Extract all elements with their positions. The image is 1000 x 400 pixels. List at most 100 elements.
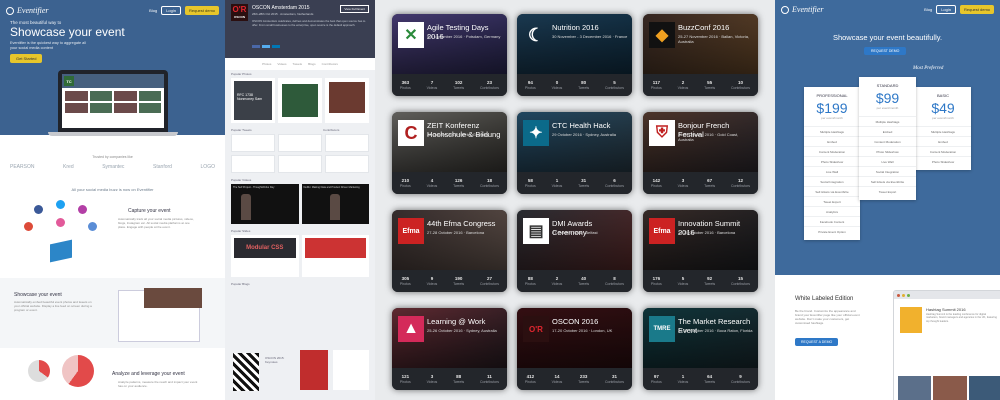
- blog-thumbnail[interactable]: [300, 350, 328, 390]
- stat-label: Videos: [426, 282, 438, 286]
- nav-blog-link[interactable]: Blog: [924, 7, 932, 12]
- video-card[interactable]: The Self Project - ThoughtWorks Day: [231, 184, 299, 224]
- tab-contributors[interactable]: Contributors: [322, 62, 338, 66]
- stat-value: 305: [401, 276, 410, 281]
- slide-title: Modular CSS: [234, 238, 296, 258]
- event-date: 27 October 2016 · Belfast: [552, 230, 598, 235]
- nav-login-button[interactable]: Login: [936, 5, 956, 14]
- brand-name: Eventifier: [17, 6, 49, 15]
- event-name[interactable]: 44th Efma Congress: [427, 219, 503, 228]
- plan-card-professional[interactable]: PROFESSIONAL $199 per event/month Multiple …: [804, 87, 860, 240]
- blog-card[interactable]: [333, 350, 369, 390]
- stat-label: Photos: [399, 380, 411, 384]
- view-full-event-button[interactable]: View Full Event: [340, 5, 369, 13]
- event-stat: 233 Tweets: [578, 374, 589, 384]
- analytics-pie-chart: [62, 355, 94, 387]
- event-card[interactable]: C ZEIT Konferenz Hochschule & Bildung 28 O…: [392, 112, 507, 194]
- stat-value: 88: [527, 276, 533, 281]
- event-card[interactable]: Efma 44th Efma Congress 27-28 October 2016…: [392, 210, 507, 292]
- linkedin-share-icon[interactable]: [272, 45, 280, 48]
- event-card[interactable]: ☾ Nutrition 2016 30 November - 3 December …: [517, 14, 632, 96]
- event-name[interactable]: Nutrition 2016: [552, 23, 628, 32]
- event-card[interactable]: ▲ Learning @ Work 25-26 October 2016 · Syd…: [392, 308, 507, 390]
- tweet-card[interactable]: [278, 134, 322, 152]
- white-label-demo-button[interactable]: REQUEST A DEMO: [795, 338, 839, 346]
- event-stat: 9 Contributors: [731, 374, 750, 384]
- plan-feature-list: Multiple Hashtags Embed Content Moderation…: [915, 126, 971, 166]
- stat-label: Contributors: [730, 184, 751, 188]
- pricing-logo[interactable]: Eventifier: [781, 5, 824, 14]
- contributor-list[interactable]: [325, 134, 369, 152]
- nav-request-demo-button[interactable]: Request demo: [959, 5, 994, 14]
- landing-logo[interactable]: Eventifier: [6, 6, 49, 15]
- event-card[interactable]: ✕ Agile Testing Days 2016 5-8 November 201…: [392, 14, 507, 96]
- blog-thumbnail[interactable]: [233, 353, 259, 391]
- photo-card[interactable]: [278, 78, 322, 123]
- stat-label: Contributors: [479, 184, 500, 188]
- stat-value: 4: [430, 178, 434, 183]
- tab-blogs[interactable]: Blogs: [308, 62, 316, 66]
- contributor-list[interactable]: [325, 155, 369, 173]
- event-stat: 6 Contributors: [605, 178, 624, 188]
- photo-thumb[interactable]: [933, 376, 967, 400]
- tweet-card[interactable]: [231, 134, 275, 152]
- slide-card[interactable]: Modular CSS: [231, 235, 299, 277]
- twitter-share-icon[interactable]: [262, 45, 270, 48]
- video-card[interactable]: Netflix: Making Data and Product Driven …: [301, 184, 369, 224]
- event-name[interactable]: CTC Health Hack: [552, 121, 628, 130]
- event-date: 17-20 October 2016 · London, UK: [552, 328, 613, 333]
- tab-videos[interactable]: Videos: [277, 62, 286, 66]
- photo-thumb[interactable]: [968, 376, 1000, 400]
- stat-label: Tweets: [704, 184, 716, 188]
- photo-card[interactable]: [325, 78, 369, 123]
- tweet-card[interactable]: [278, 155, 322, 173]
- nav-request-demo-button[interactable]: Request demo: [184, 6, 219, 15]
- event-card[interactable]: Efma Innovation Summit 2016 24-25 October …: [643, 210, 758, 292]
- event-card[interactable]: TMRE The Market Research Event 24-26 Octob…: [643, 308, 758, 390]
- brand-mark-icon: [6, 6, 14, 15]
- photo-thumb: [114, 103, 137, 113]
- stat-label: Videos: [551, 380, 563, 384]
- plan-feature: Content Moderation: [859, 136, 916, 146]
- event-card[interactable]: O'R OSCON 2016 17-20 October 2016 · London…: [517, 308, 632, 390]
- plan-card-standard[interactable]: STANDARD $99 per event/month Multiple Hasht…: [859, 77, 916, 200]
- event-stat: 210 Photos: [400, 178, 411, 188]
- event-stat: 126 Tweets: [453, 178, 464, 188]
- event-card[interactable]: ⛨ Bonjour French Festival 29-30 October 20…: [643, 112, 758, 194]
- stat-value: 5: [613, 80, 616, 85]
- blog-title[interactable]: OSCON 2015: Keynotes: [265, 356, 295, 364]
- event-stats: 305 Photos 9 Videos 190 Tweets 27 Contributors: [392, 270, 507, 292]
- stat-label: Photos: [650, 184, 662, 188]
- nav-login-button[interactable]: Login: [161, 6, 181, 15]
- event-card[interactable]: ✦ CTC Health Hack 29 October 2016 · Sydney…: [517, 112, 632, 194]
- stat-value: 117: [652, 80, 660, 85]
- nav-blog-link[interactable]: Blog: [149, 8, 157, 13]
- event-name[interactable]: BuzzConf 2016: [678, 23, 754, 32]
- facebook-share-icon[interactable]: [252, 45, 260, 48]
- stat-value: 31: [581, 178, 587, 183]
- event-stats: 412 Photos 14 Videos 233 Tweets 31 Contributors: [517, 368, 632, 390]
- stat-label: Contributors: [730, 380, 751, 384]
- photo-card[interactable]: RFC 1738 Nonmoney Sam: [231, 78, 275, 123]
- stat-label: Contributors: [604, 380, 625, 384]
- stat-label: Tweets: [578, 184, 590, 188]
- photo-thumb[interactable]: [898, 376, 932, 400]
- event-stat: 18 Contributors: [480, 178, 499, 188]
- get-started-button[interactable]: Get Started: [10, 54, 43, 63]
- event-card[interactable]: ◆ BuzzConf 2016 25-27 November 2016 · Ball…: [643, 14, 758, 96]
- tweet-card[interactable]: [231, 155, 275, 173]
- tab-photos[interactable]: Photos: [262, 62, 271, 66]
- slide-card[interactable]: [301, 235, 369, 277]
- event-name[interactable]: OSCON 2016: [552, 317, 628, 326]
- stat-value: 190: [454, 276, 463, 281]
- plan-feature: Social Integration: [804, 176, 860, 186]
- event-name[interactable]: Learning @ Work: [427, 317, 503, 326]
- stat-label: Videos: [426, 86, 438, 90]
- request-demo-button[interactable]: REQUEST DEMO: [864, 47, 907, 55]
- event-tabs: Photos Videos Tweets Blogs Contributors: [225, 58, 375, 70]
- plan-feature: Live Wall: [804, 166, 860, 176]
- event-logo-icon: TMRE: [649, 316, 675, 342]
- event-card[interactable]: ▤ DMI Awards Ceremony 27 October 2016 · Be…: [517, 210, 632, 292]
- plan-card-basic[interactable]: BASIC $49 per event/month Multiple Hashtags…: [915, 87, 971, 170]
- tab-tweets[interactable]: Tweets: [293, 62, 303, 66]
